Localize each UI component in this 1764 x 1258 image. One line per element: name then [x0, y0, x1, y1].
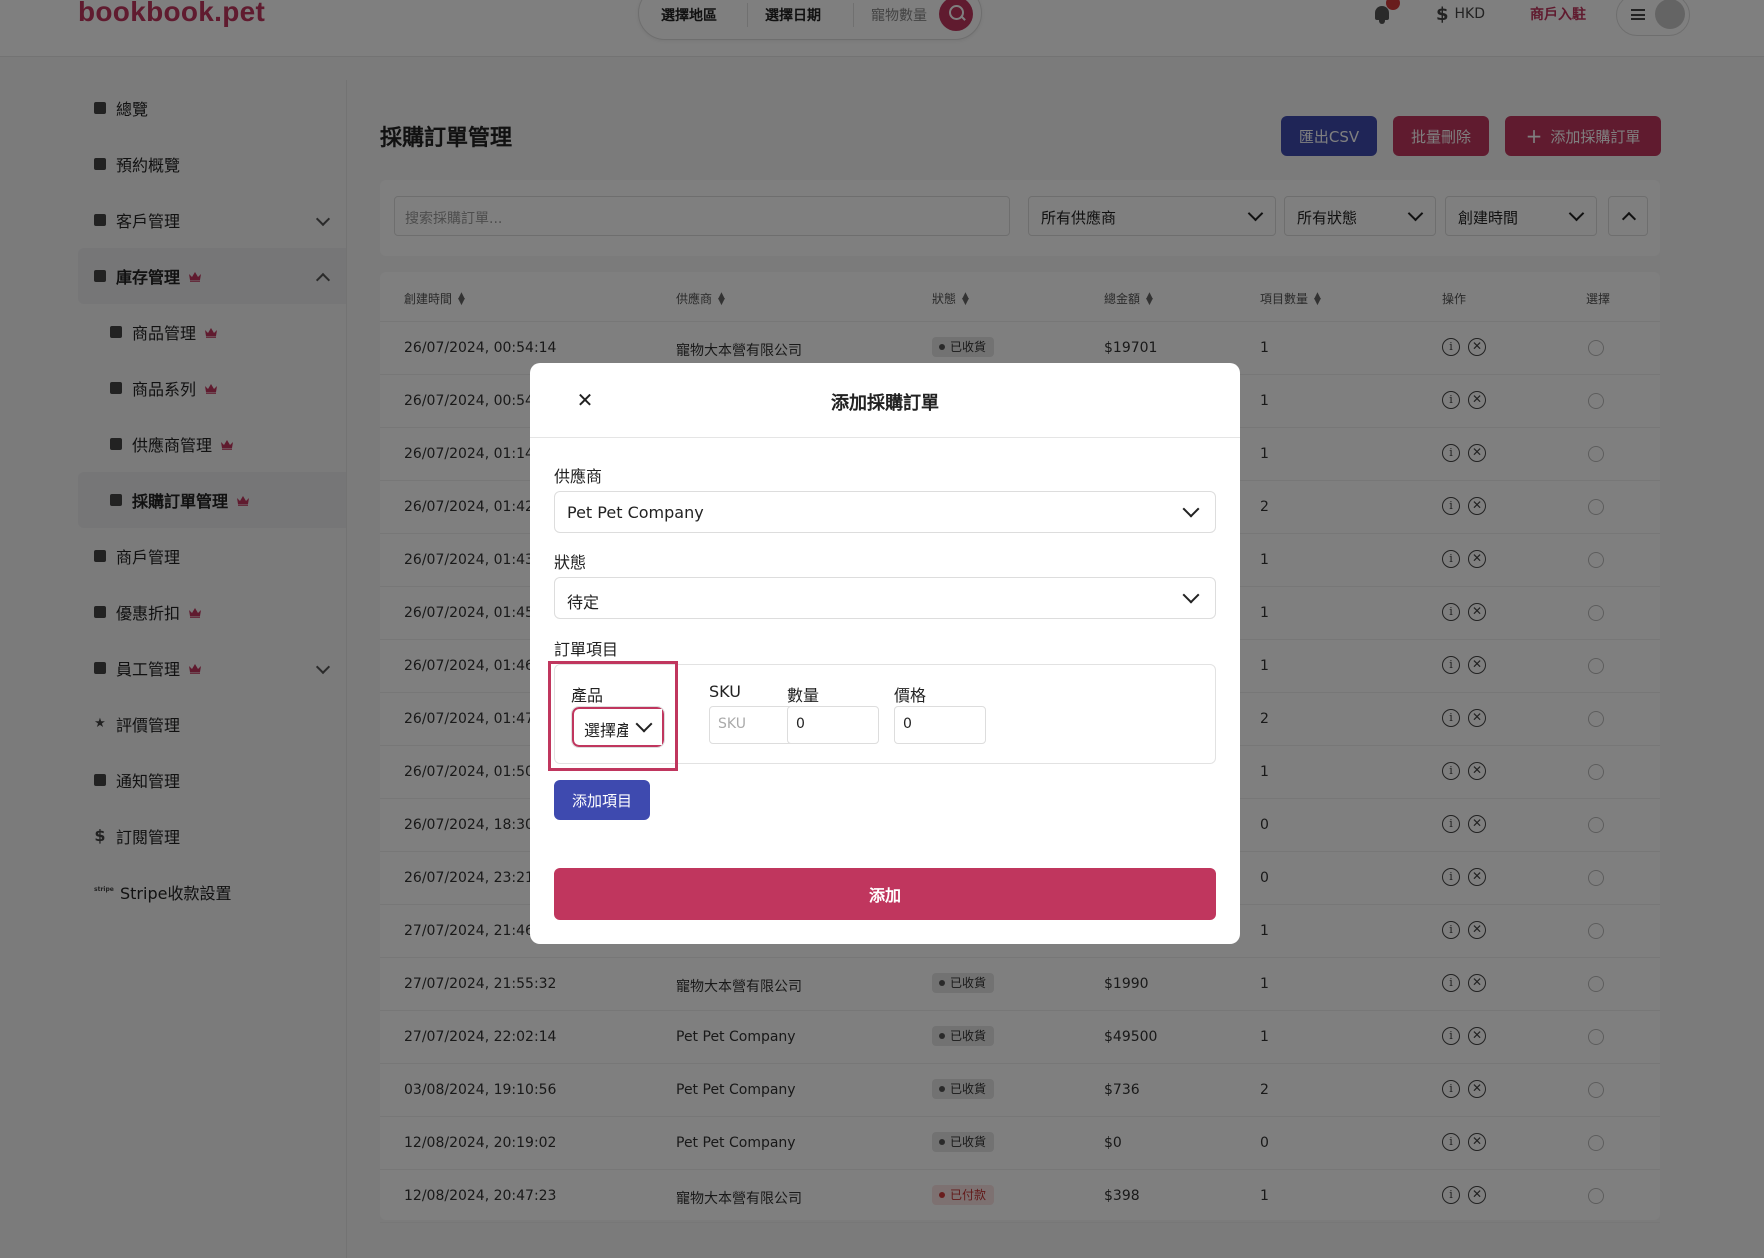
price-input[interactable]: 0	[894, 706, 986, 744]
supplier-select[interactable]: Pet Pet Company	[554, 491, 1216, 533]
quantity-input[interactable]: 0	[787, 706, 879, 744]
chevron-down-icon	[1182, 586, 1200, 604]
modal-title: 添加採購訂單	[831, 393, 939, 414]
supplier-label: 供應商	[554, 467, 603, 486]
status-select-value: 待定	[567, 593, 600, 612]
product-label: 產品	[571, 686, 604, 705]
price-label: 價格	[894, 686, 927, 705]
submit-button[interactable]: 添加	[554, 868, 1216, 920]
add-order-modal: ✕ 添加採購訂單 供應商 Pet Pet Company 狀態 待定 訂單項目 …	[530, 363, 1240, 944]
modal-header: ✕ 添加採購訂單	[530, 363, 1240, 438]
supplier-select-value: Pet Pet Company	[567, 503, 704, 522]
chevron-down-icon	[1182, 500, 1200, 518]
product-select[interactable]: 選擇產品	[571, 706, 665, 748]
add-item-button[interactable]: 添加項目	[554, 780, 650, 820]
order-item-row: 產品 選擇產品 SKU SKU 數量 0 價格 0	[548, 661, 1216, 771]
quantity-label-text: 數量	[787, 686, 820, 705]
sku-label: SKU	[709, 682, 741, 701]
status-select[interactable]: 待定	[554, 577, 1216, 619]
status-label: 狀態	[554, 553, 587, 572]
order-items-label: 訂單項目	[554, 640, 619, 659]
